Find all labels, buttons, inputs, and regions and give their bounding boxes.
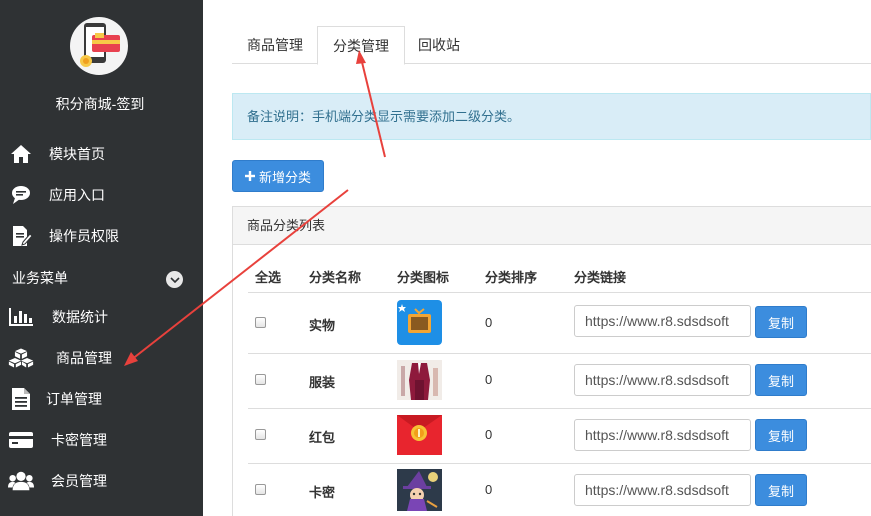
- panel-title: 商品分类列表: [233, 207, 871, 245]
- tab-category-management[interactable]: 分类管理: [317, 26, 405, 65]
- cartoon-witch-image: [397, 469, 442, 511]
- category-link-input[interactable]: [574, 364, 751, 396]
- nav-item-operator-permissions[interactable]: 操作员权限: [0, 220, 203, 252]
- home-icon: [8, 142, 34, 166]
- category-name: 红包: [309, 430, 336, 445]
- table-row: 服装 0 复制: [233, 354, 871, 409]
- header-category-name: 分类名称: [309, 270, 362, 285]
- add-category-button[interactable]: 新增分类: [232, 160, 324, 192]
- row-checkbox[interactable]: [255, 374, 266, 385]
- category-sort: 0: [485, 315, 493, 330]
- header-category-sort: 分类排序: [485, 270, 538, 285]
- bar-chart-icon: [8, 305, 34, 329]
- add-category-label: 新增分类: [258, 169, 311, 185]
- credit-card-icon: [8, 428, 34, 452]
- category-name: 卡密: [309, 485, 336, 500]
- tab-recycle-bin[interactable]: 回收站: [403, 26, 475, 64]
- header-select-all[interactable]: 全选: [255, 267, 281, 286]
- nav-label: 会员管理: [51, 473, 107, 489]
- header-category-link: 分类链接: [574, 270, 627, 285]
- document-icon: [8, 387, 34, 411]
- edit-document-icon: [8, 224, 34, 248]
- nav-item-order-management[interactable]: 订单管理: [0, 383, 203, 415]
- nav-item-card-code-management[interactable]: 卡密管理: [0, 424, 203, 456]
- nav-label: 商品管理: [56, 350, 112, 366]
- clothing-image: [397, 360, 442, 400]
- nav-item-app-entry[interactable]: 应用入口: [0, 179, 203, 211]
- row-checkbox[interactable]: [255, 317, 266, 328]
- nav-item-data-statistics[interactable]: 数据统计: [0, 301, 203, 333]
- copy-button[interactable]: 复制: [755, 364, 807, 396]
- chevron-down-icon[interactable]: [166, 271, 183, 288]
- table-row: 卡密 0 复制: [233, 464, 871, 516]
- category-sort: 0: [485, 427, 493, 442]
- app-title: 积分商城-签到: [55, 96, 145, 112]
- cubes-icon: [8, 346, 34, 370]
- nav-label: 模块首页: [49, 146, 105, 162]
- sidebar: 积分商城-签到 模块首页 应用入口 操作员权限 业务菜单 数据统计 商品管理 订…: [0, 0, 203, 516]
- category-link-input[interactable]: [574, 305, 751, 337]
- tv-box-image: [397, 300, 442, 345]
- copy-button[interactable]: 复制: [755, 474, 807, 506]
- plus-icon: [244, 171, 255, 181]
- header-category-icon: 分类图标: [397, 270, 450, 285]
- copy-button[interactable]: 复制: [755, 419, 807, 451]
- category-sort: 0: [485, 372, 493, 387]
- nav-label: 操作员权限: [49, 228, 119, 244]
- category-list-panel: 商品分类列表 全选 分类名称 分类图标 分类排序 分类链接 实物 0 复制 服装…: [232, 206, 871, 516]
- chat-bubble-icon: [8, 183, 34, 207]
- notice-alert: 备注说明：手机端分类显示需要添加二级分类。: [232, 93, 871, 140]
- nav-label: 卡密管理: [51, 432, 107, 448]
- business-menu-title: 业务菜单: [12, 270, 68, 286]
- table-row: 红包 0 复制: [233, 409, 871, 464]
- nav-label: 应用入口: [49, 187, 105, 203]
- table-row: 实物 0 复制: [233, 293, 871, 348]
- nav-item-product-management[interactable]: 商品管理: [0, 342, 203, 374]
- category-link-input[interactable]: [574, 474, 751, 506]
- category-link-input[interactable]: [574, 419, 751, 451]
- tab-bar: 商品管理 分类管理 回收站: [232, 26, 871, 65]
- nav-label: 订单管理: [46, 391, 102, 407]
- nav-item-module-home[interactable]: 模块首页: [0, 138, 203, 170]
- tab-product-management[interactable]: 商品管理: [232, 26, 318, 64]
- red-envelope-image: [397, 415, 442, 455]
- category-name: 实物: [309, 318, 336, 333]
- row-checkbox[interactable]: [255, 429, 266, 440]
- nav-label: 数据统计: [52, 309, 108, 325]
- copy-button[interactable]: 复制: [755, 306, 807, 338]
- category-sort: 0: [485, 482, 493, 497]
- row-checkbox[interactable]: [255, 484, 266, 495]
- category-name: 服装: [309, 375, 336, 390]
- nav-item-member-management[interactable]: 会员管理: [0, 465, 203, 497]
- users-icon: [8, 469, 34, 493]
- app-logo: [70, 17, 128, 75]
